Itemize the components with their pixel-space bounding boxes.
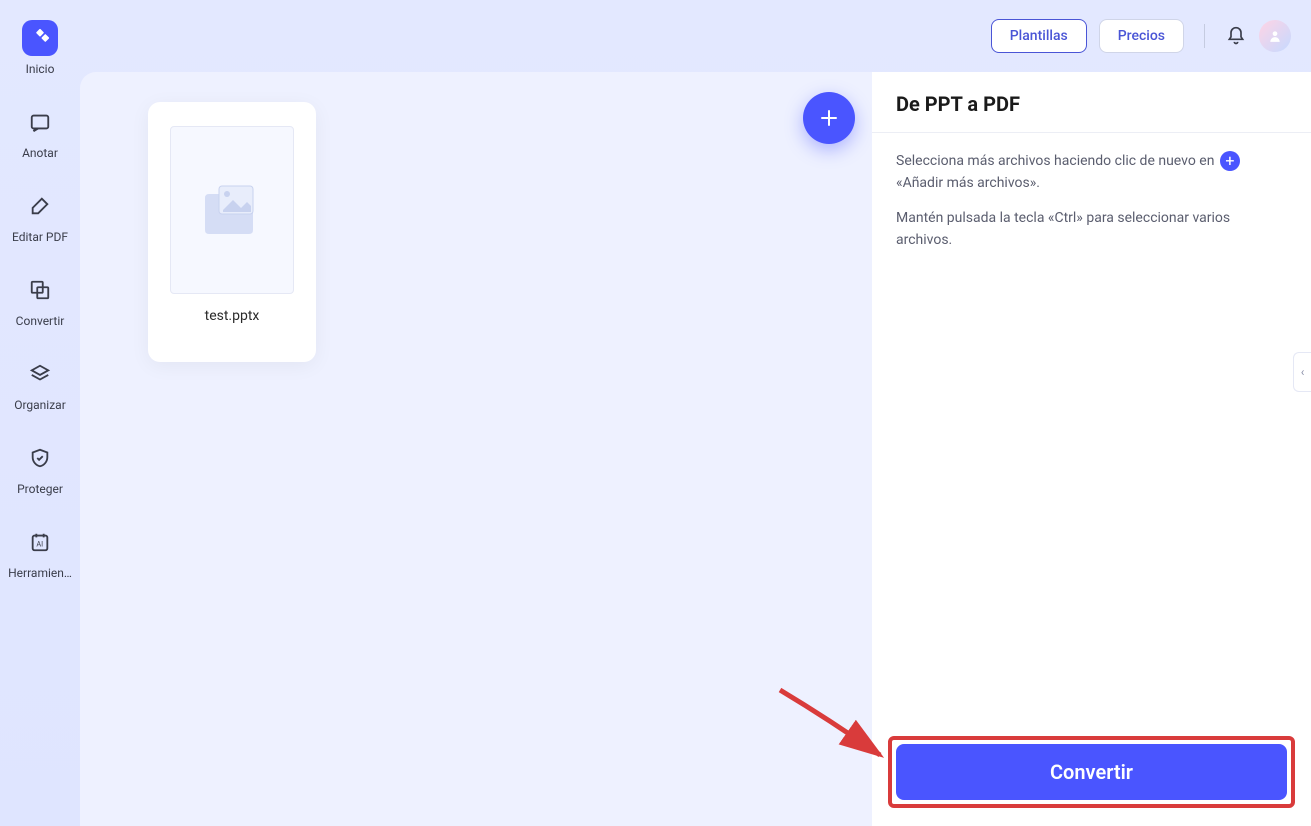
convert-button[interactable]: Convertir: [896, 744, 1287, 800]
prices-button[interactable]: Precios: [1099, 19, 1184, 53]
panel-instruction-suffix: «Añadir más archivos».: [896, 175, 1040, 191]
sidebar-item-label: Organizar: [5, 398, 75, 412]
sidebar-item-label: Proteger: [5, 482, 75, 496]
sidebar-item-label: Editar PDF: [5, 230, 75, 244]
file-thumbnail: [170, 126, 294, 294]
sidebar-item-home[interactable]: Inicio: [5, 20, 75, 76]
add-file-button[interactable]: [803, 92, 855, 144]
convert-highlight-frame: Convertir: [888, 736, 1295, 808]
panel-instruction-prefix: Selecciona más archivos haciendo clic de…: [896, 153, 1214, 169]
edit-icon: [22, 188, 58, 224]
conversion-panel: De PPT a PDF Selecciona más archivos hac…: [872, 72, 1311, 826]
header-bar: Plantillas Precios: [0, 0, 1311, 72]
shield-icon: [22, 440, 58, 476]
organize-icon: [22, 356, 58, 392]
sidebar-item-protect[interactable]: Proteger: [5, 440, 75, 496]
panel-title: De PPT a PDF: [872, 72, 1311, 133]
sidebar-item-tools[interactable]: AI Herramien…: [5, 524, 75, 580]
sidebar-item-edit[interactable]: Editar PDF: [5, 188, 75, 244]
sidebar-item-organize[interactable]: Organizar: [5, 356, 75, 412]
user-avatar[interactable]: [1259, 20, 1291, 52]
sidebar-item-label: Convertir: [5, 314, 75, 328]
file-card[interactable]: test.pptx: [148, 102, 316, 362]
header-separator: [1204, 24, 1205, 48]
sidebar-item-annotate[interactable]: Anotar: [5, 104, 75, 160]
collapse-panel-tab[interactable]: ‹: [1293, 352, 1311, 392]
file-name-label: test.pptx: [205, 308, 260, 324]
sidebar-item-convert[interactable]: Convertir: [5, 272, 75, 328]
home-icon: [22, 20, 58, 56]
tools-icon: AI: [22, 524, 58, 560]
annotate-icon: [22, 104, 58, 140]
panel-footer: Convertir: [872, 722, 1311, 826]
notifications-icon[interactable]: [1225, 25, 1247, 47]
convert-icon: [22, 272, 58, 308]
workspace-area: test.pptx: [80, 72, 872, 826]
sidebar-item-label: Inicio: [5, 62, 75, 76]
add-more-chip-icon[interactable]: +: [1220, 151, 1240, 171]
sidebar-item-label: Herramien…: [5, 566, 75, 580]
plus-icon: [817, 106, 841, 130]
svg-text:AI: AI: [36, 540, 43, 549]
templates-button[interactable]: Plantillas: [991, 19, 1087, 53]
panel-body: Selecciona más archivos haciendo clic de…: [872, 133, 1311, 722]
sidebar-item-label: Anotar: [5, 146, 75, 160]
sidebar: Inicio Anotar Editar PDF Convertir Organ…: [0, 0, 80, 826]
panel-instruction-ctrl: Mantén pulsada la tecla «Ctrl» para sele…: [896, 208, 1287, 251]
